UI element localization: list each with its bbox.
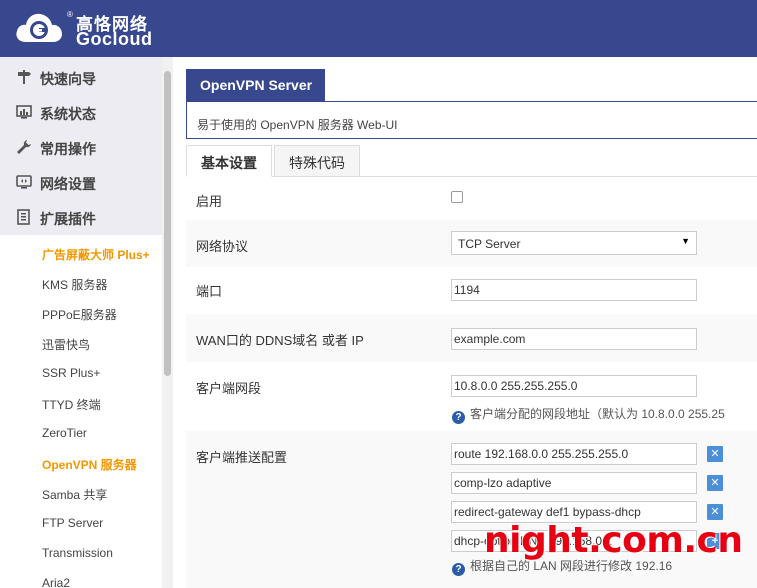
tab-special-code[interactable]: 特殊代码 xyxy=(274,145,360,177)
remove-icon[interactable]: ✕ xyxy=(707,504,723,520)
menu-item-extensions[interactable]: 扩展插件 xyxy=(0,199,162,234)
ddns-input[interactable]: example.com xyxy=(451,328,697,350)
protocol-label: 网络协议 xyxy=(196,239,249,254)
port-label: 端口 xyxy=(196,284,223,299)
settings-tabs: 基本设置 特殊代码 xyxy=(186,145,757,177)
help-icon: ? xyxy=(452,563,465,576)
form-row-port: 端口 1194 xyxy=(186,267,757,314)
wrench-icon xyxy=(17,140,31,154)
subnet-help-text: 客户端分配的网段地址（默认为 10.8.0.0 255.25 xyxy=(470,407,725,421)
submenu-item-transmission[interactable]: Transmission xyxy=(42,546,113,560)
main-menu: 快速向导 系统状态 常用操作 网络设置 扩展插件 xyxy=(0,57,162,235)
submenu-item-zerotier[interactable]: ZeroTier xyxy=(42,426,87,440)
description-text: 易于使用的 OpenVPN 服务器 Web-UI xyxy=(197,118,398,132)
description-box: 易于使用的 OpenVPN 服务器 Web-UI xyxy=(186,101,757,139)
menu-item-label: 网络设置 xyxy=(40,176,96,192)
ddns-label: WAN口的 DDNS域名 或者 IP xyxy=(196,333,364,348)
app-header: ® 高恪网络 Gocloud xyxy=(0,0,757,57)
registered-mark: ® xyxy=(67,10,73,19)
submenu-item-pppoe[interactable]: PPPoE服务器 xyxy=(42,306,117,323)
sidebar-scrollbar[interactable] xyxy=(162,57,173,588)
menu-item-network-settings[interactable]: 网络设置 xyxy=(0,164,162,199)
cloud-logo-icon xyxy=(16,13,62,42)
plugin-icon xyxy=(17,209,30,225)
submenu-item-ttyd[interactable]: TTYD 终端 xyxy=(42,396,101,413)
form-row-enable: 启用 xyxy=(186,177,757,220)
menu-item-common-ops[interactable]: 常用操作 xyxy=(0,129,162,164)
section-title: OpenVPN Server xyxy=(186,69,325,101)
extensions-submenu: 广告屏蔽大师 Plus+ KMS 服务器 PPPoE服务器 迅雷快鸟 SSR P… xyxy=(0,235,162,588)
tab-basic-settings[interactable]: 基本设置 xyxy=(186,145,272,177)
push-input-1[interactable]: route 192.168.0.0 255.255.255.0 xyxy=(451,443,697,465)
protocol-select-value: TCP Server xyxy=(458,237,521,251)
form-row-subnet: 客户端网段 10.8.0.0 255.255.255.0 ? 客户端分配的网段地址… xyxy=(186,362,757,431)
submenu-item-ssr[interactable]: SSR Plus+ xyxy=(42,366,100,380)
form-row-push: 客户端推送配置 route 192.168.0.0 255.255.255.0 … xyxy=(186,431,757,588)
watermark: night.com.cn xyxy=(484,520,743,561)
menu-item-system-status[interactable]: 系统状态 xyxy=(0,94,162,129)
form-row-ddns: WAN口的 DDNS域名 或者 IP example.com xyxy=(186,314,757,362)
menu-item-label: 快速向导 xyxy=(40,71,96,87)
push-input-2[interactable]: comp-lzo adaptive xyxy=(451,472,697,494)
main-content: OpenVPN Server 易于使用的 OpenVPN 服务器 Web-UI … xyxy=(186,69,757,588)
brand-logo[interactable]: ® 高恪网络 Gocloud xyxy=(14,6,164,50)
subnet-label: 客户端网段 xyxy=(196,381,262,396)
network-icon xyxy=(16,175,32,189)
chevron-down-icon: ▼ xyxy=(681,236,690,246)
help-icon: ? xyxy=(452,411,465,424)
subnet-input[interactable]: 10.8.0.0 255.255.255.0 xyxy=(451,375,697,397)
menu-item-quick-guide[interactable]: 快速向导 xyxy=(0,59,162,94)
submenu-item-aria2[interactable]: Aria2 xyxy=(42,576,70,588)
form-row-protocol: 网络协议 TCP Server ▼ xyxy=(186,220,757,267)
push-label: 客户端推送配置 xyxy=(196,450,288,465)
remove-icon[interactable]: ✕ xyxy=(707,446,723,462)
port-input[interactable]: 1194 xyxy=(451,279,697,301)
menu-item-label: 扩展插件 xyxy=(40,211,96,227)
scrollbar-thumb[interactable] xyxy=(164,71,171,376)
submenu-item-xunlei[interactable]: 迅雷快鸟 xyxy=(42,336,90,353)
remove-icon[interactable]: ✕ xyxy=(707,475,723,491)
signpost-icon xyxy=(18,70,31,84)
submenu-item-openvpn[interactable]: OpenVPN 服务器 xyxy=(42,456,137,473)
protocol-select[interactable]: TCP Server ▼ xyxy=(451,231,697,255)
submenu-item-adblock[interactable]: 广告屏蔽大师 Plus+ xyxy=(42,246,150,263)
enable-label: 启用 xyxy=(196,194,223,209)
dashboard-icon xyxy=(16,105,32,119)
subnet-help: ? 客户端分配的网段地址（默认为 10.8.0.0 255.25 xyxy=(452,405,725,424)
brand-name-en: Gocloud xyxy=(76,29,153,49)
submenu-item-ftp[interactable]: FTP Server xyxy=(42,516,103,530)
menu-item-label: 系统状态 xyxy=(40,106,96,122)
push-help-text: 根据自己的 LAN 网段进行修改 192.16 xyxy=(470,559,673,573)
enable-checkbox[interactable] xyxy=(451,191,463,203)
menu-item-label: 常用操作 xyxy=(40,141,96,157)
submenu-item-kms[interactable]: KMS 服务器 xyxy=(42,276,107,293)
sidebar: 快速向导 系统状态 常用操作 网络设置 扩展插件 广告屏蔽大师 Plus+ KM… xyxy=(0,57,173,588)
submenu-item-samba[interactable]: Samba 共享 xyxy=(42,486,107,503)
